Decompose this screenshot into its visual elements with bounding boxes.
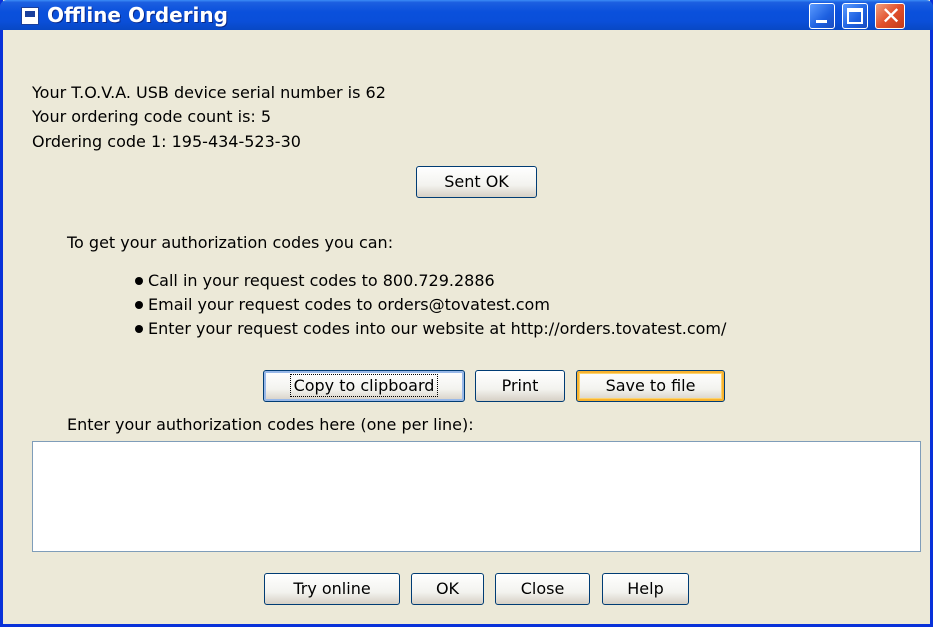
auth-codes-input[interactable] xyxy=(32,441,921,552)
maximize-button[interactable] xyxy=(842,3,868,29)
window-title: Offline Ordering xyxy=(47,3,228,27)
auth-codes-label: Enter your authorization codes here (one… xyxy=(67,415,474,434)
bullet-icon xyxy=(135,301,143,309)
try-online-label: Try online xyxy=(293,579,371,598)
save-to-file-button[interactable]: Save to file xyxy=(576,370,725,402)
bullet-icon xyxy=(135,277,143,285)
close-label: Close xyxy=(520,579,565,598)
bullet-icon xyxy=(135,325,143,333)
help-label: Help xyxy=(627,579,664,598)
sent-ok-label: Sent OK xyxy=(444,172,509,191)
maximize-icon xyxy=(847,8,863,24)
close-button[interactable]: Close xyxy=(495,573,590,605)
copy-to-clipboard-button[interactable]: Copy to clipboard xyxy=(263,370,465,402)
help-button[interactable]: Help xyxy=(602,573,689,605)
code-count-text: Your ordering code count is: 5 xyxy=(32,107,272,126)
close-icon: ✕ xyxy=(880,2,902,30)
print-label: Print xyxy=(501,376,539,395)
minimize-icon xyxy=(816,20,827,23)
minimize-button[interactable] xyxy=(809,3,835,29)
title-bar[interactable]: Offline Ordering ✕ xyxy=(0,0,933,30)
instruction-email: Email your request codes to orders@tovat… xyxy=(148,295,550,314)
print-button[interactable]: Print xyxy=(475,370,565,402)
ok-button[interactable]: OK xyxy=(411,573,484,605)
sent-ok-button[interactable]: Sent OK xyxy=(416,166,537,198)
serial-number-text: Your T.O.V.A. USB device serial number i… xyxy=(32,83,386,102)
try-online-button[interactable]: Try online xyxy=(264,573,400,605)
ok-label: OK xyxy=(435,579,460,598)
copy-to-clipboard-label: Copy to clipboard xyxy=(289,374,439,397)
save-to-file-label: Save to file xyxy=(605,376,696,395)
instruction-website: Enter your request codes into our websit… xyxy=(148,319,727,338)
close-window-button[interactable]: ✕ xyxy=(875,2,905,30)
instruction-call: Call in your request codes to 800.729.28… xyxy=(148,271,495,290)
ordering-code-text: Ordering code 1: 195-434-523-30 xyxy=(32,132,301,151)
instructions-heading: To get your authorization codes you can: xyxy=(67,233,394,252)
app-icon xyxy=(21,7,39,25)
